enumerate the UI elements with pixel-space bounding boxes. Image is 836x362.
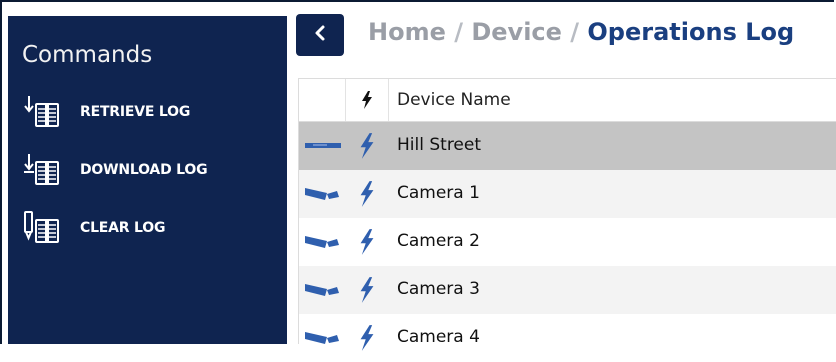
table-header: Device Name [299,79,836,122]
table-row[interactable]: Hill Street [299,122,836,170]
lightning-icon [353,218,381,266]
status-column-header[interactable] [345,79,389,121]
commands-sidebar: Commands RETRIEVE LOG DOWNLOAD LOG CLEAR… [8,16,287,344]
clear-log-label: CLEAR LOG [80,220,166,236]
camera-icon [305,218,345,266]
download-log-button[interactable]: DOWNLOAD LOG [22,152,208,188]
breadcrumb-separator: / [570,18,580,46]
lightning-icon [353,122,381,170]
lightning-icon [353,314,381,362]
retrieve-log-label: RETRIEVE LOG [80,104,191,120]
lightning-icon [362,91,372,109]
table-row[interactable]: Camera 3 [299,266,836,314]
breadcrumb-device[interactable]: Device [471,18,562,46]
breadcrumb-separator: / [454,18,463,46]
retrieve-log-icon [22,94,78,130]
device-name: Camera 4 [397,327,480,347]
device-name: Camera 3 [397,279,480,299]
lightning-icon [353,266,381,314]
server-icon [305,122,345,170]
device-table: Device Name Hill Street Camera 1 Camera … [298,78,836,362]
sidebar-title: Commands [22,42,153,68]
device-name: Hill Street [397,135,482,155]
download-log-label: DOWNLOAD LOG [80,162,208,178]
camera-icon [305,314,345,362]
clear-log-icon [22,210,78,246]
device-name: Camera 1 [397,183,480,203]
device-name: Camera 2 [397,231,480,251]
chevron-left-icon [313,24,327,47]
breadcrumb-current: Operations Log [587,18,795,46]
download-log-icon [22,152,78,188]
back-button[interactable] [296,14,344,56]
table-row[interactable]: Camera 2 [299,218,836,266]
table-row[interactable]: Camera 1 [299,170,836,218]
breadcrumb-home[interactable]: Home [368,18,446,46]
lightning-icon [353,170,381,218]
breadcrumb: Home / Device / Operations Log [368,18,794,46]
camera-icon [305,266,345,314]
clear-log-button[interactable]: CLEAR LOG [22,210,165,246]
table-row[interactable]: Camera 4 [299,314,836,362]
retrieve-log-button[interactable]: RETRIEVE LOG [22,94,190,130]
device-name-column-header[interactable]: Device Name [397,90,511,110]
camera-icon [305,170,345,218]
